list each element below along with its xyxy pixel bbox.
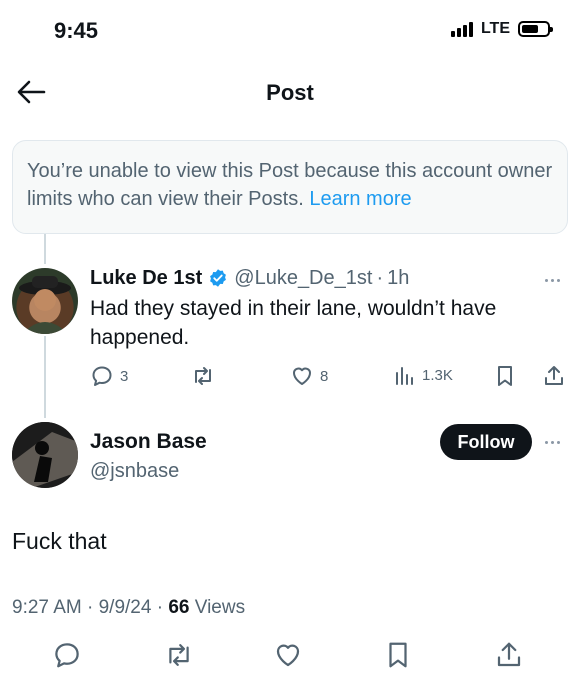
reply-author-handle[interactable]: @Luke_De_1st xyxy=(234,267,372,290)
thread-line xyxy=(44,234,46,264)
reply-time[interactable]: 1h xyxy=(387,267,409,290)
repost-icon xyxy=(195,367,211,385)
dot-separator: · xyxy=(87,597,99,618)
reply-views-button[interactable]: 1.3K xyxy=(394,364,453,386)
page-title: Post xyxy=(266,80,314,105)
more-icon xyxy=(544,440,548,444)
comment-icon xyxy=(92,366,112,386)
reply-author-name[interactable]: Luke De 1st xyxy=(90,267,202,290)
more-icon-dot xyxy=(550,440,554,444)
thread-line xyxy=(44,336,46,418)
comment-button[interactable] xyxy=(52,640,82,670)
repost-button[interactable] xyxy=(163,640,193,670)
views-count: 1.3K xyxy=(422,366,453,384)
battery-icon xyxy=(518,21,553,37)
post-author-handle[interactable]: @jsnbase xyxy=(90,460,207,483)
reply-like-button[interactable]: 8 xyxy=(290,364,328,388)
share-icon xyxy=(497,642,521,667)
reply-actions: 3 8 1.3K xyxy=(90,364,570,390)
status-indicators: LTE xyxy=(450,20,553,38)
reply-more-button[interactable] xyxy=(538,270,566,290)
share-icon xyxy=(545,366,563,385)
share-button[interactable] xyxy=(494,640,524,670)
heart-icon xyxy=(293,367,311,385)
reply-tweet[interactable]: Luke De 1st @Luke_De_1st · 1h Had they s… xyxy=(90,264,570,352)
post-text: Fuck that xyxy=(12,528,107,554)
more-icon-dot xyxy=(556,278,560,282)
post-actions xyxy=(0,640,580,674)
like-count: 8 xyxy=(320,367,329,385)
bookmark-icon xyxy=(389,642,407,668)
reply-comment-button[interactable]: 3 xyxy=(90,364,128,388)
more-icon-dot xyxy=(556,440,560,444)
bookmark-button[interactable] xyxy=(384,640,414,670)
status-bar: 9:45 LTE xyxy=(0,0,580,60)
post-metadata: 9:27 AM · 9/9/24 · 66 Views xyxy=(12,597,245,619)
dot-separator: · xyxy=(156,597,169,618)
status-time: 9:45 xyxy=(54,18,99,43)
like-button[interactable] xyxy=(273,640,303,670)
signal-icon xyxy=(450,21,473,37)
reply-repost-button[interactable] xyxy=(190,364,216,388)
verified-badge-icon xyxy=(210,269,227,287)
more-icon-dot xyxy=(550,278,554,282)
comment-icon xyxy=(55,643,79,668)
reply-text: Had they stayed in their lane, wouldn’t … xyxy=(90,297,497,349)
notice-text: You’re unable to view this Post because … xyxy=(27,160,553,210)
views-icon xyxy=(396,367,413,385)
reply-header: Luke De 1st @Luke_De_1st · 1h xyxy=(90,264,570,292)
top-nav: Post xyxy=(0,66,580,118)
restricted-notice: You’re unable to view this Post because … xyxy=(12,140,568,234)
avatar-image xyxy=(19,276,71,334)
repost-icon xyxy=(169,644,189,666)
avatar[interactable] xyxy=(12,268,78,334)
avatar-image xyxy=(12,422,78,488)
heart-icon xyxy=(276,644,300,667)
reply-share-button[interactable] xyxy=(542,364,566,388)
post-author[interactable]: Jason Base @jsnbase xyxy=(90,430,207,483)
post-views-count: 66 xyxy=(168,597,190,618)
post-author-name[interactable]: Jason Base xyxy=(90,430,207,454)
avatar[interactable] xyxy=(12,422,78,488)
post-date[interactable]: 9/9/24 xyxy=(99,597,152,618)
reply-count: 3 xyxy=(120,367,129,385)
post-more-button[interactable] xyxy=(538,432,566,452)
learn-more-link[interactable]: Learn more xyxy=(309,188,411,210)
more-icon xyxy=(544,278,548,282)
post-views-label: Views xyxy=(194,597,246,618)
follow-button[interactable]: Follow xyxy=(440,424,532,460)
network-label: LTE xyxy=(480,20,510,37)
bookmark-icon xyxy=(498,366,512,386)
dot-separator: · xyxy=(376,266,384,289)
reply-bookmark-button[interactable] xyxy=(494,364,516,388)
post-time[interactable]: 9:27 AM xyxy=(12,597,82,618)
